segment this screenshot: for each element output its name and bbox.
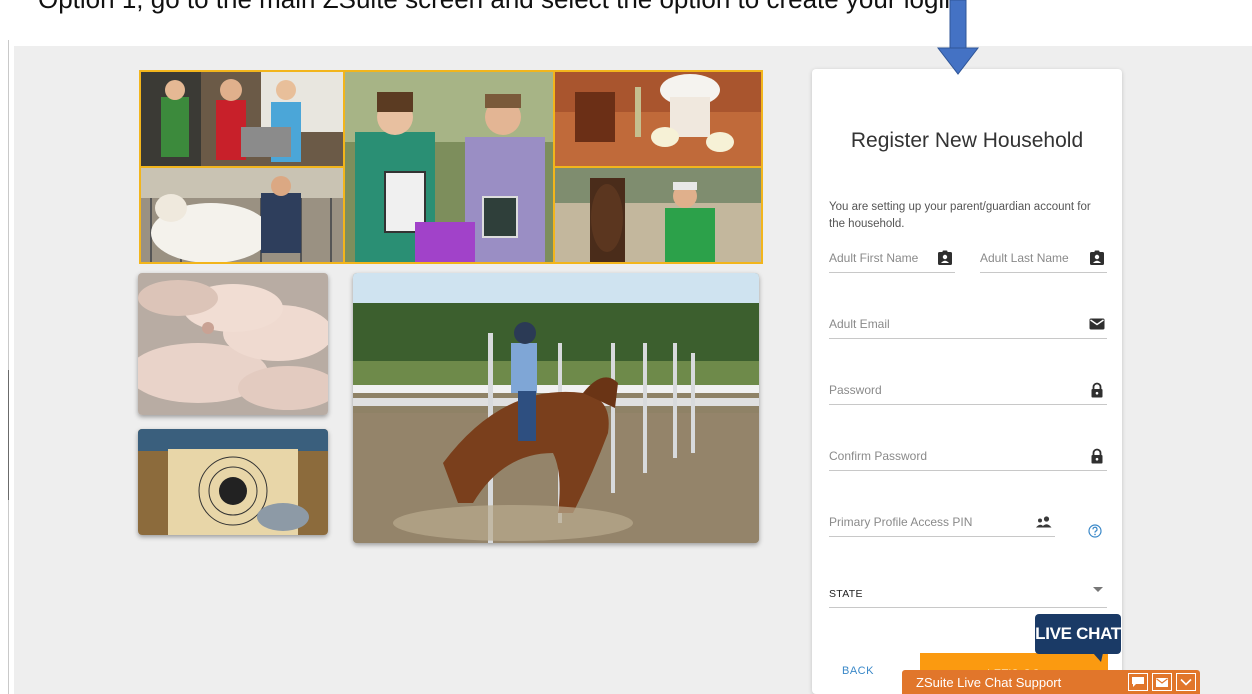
lock-icon	[1091, 382, 1103, 398]
document-margin-line	[8, 40, 9, 694]
last-name-placeholder: Adult Last Name	[980, 251, 1069, 265]
lock-icon	[1091, 448, 1103, 464]
live-chat-badge[interactable]: LIVE CHAT	[1035, 614, 1121, 662]
photo-pigs	[138, 273, 328, 415]
envelope-icon	[1156, 677, 1168, 687]
chat-message-button[interactable]	[1128, 673, 1148, 691]
help-circle-icon[interactable]	[1088, 524, 1102, 538]
register-household-card: Register New Household You are setting u…	[812, 69, 1122, 694]
pin-field[interactable]: Primary Profile Access PIN	[829, 508, 1055, 537]
state-label: STATE	[829, 588, 863, 600]
people-icon	[1036, 516, 1052, 528]
photo-award-winners	[345, 72, 553, 262]
form-description: You are setting up your parent/guardian …	[829, 201, 1091, 230]
photo-horse-and-boy	[555, 168, 761, 262]
annotation-arrow-down-icon	[937, 0, 979, 75]
photo-sheep-show	[141, 168, 343, 262]
chat-email-button[interactable]	[1152, 673, 1172, 691]
confirm-password-placeholder: Confirm Password	[829, 449, 928, 463]
live-chat-title: ZSuite Live Chat Support	[916, 674, 1062, 690]
back-button[interactable]: BACK	[842, 665, 874, 677]
chat-bubble-icon	[1132, 677, 1144, 687]
browser-viewport: Register New Household You are setting u…	[14, 46, 1252, 694]
password-field[interactable]: Password	[829, 376, 1107, 405]
instruction-caption: Option 1, go to the main ZSuite screen a…	[38, 0, 1218, 24]
contact-card-icon	[938, 250, 952, 265]
photo-chef-cooking	[555, 72, 761, 166]
photo-collage	[139, 70, 763, 264]
pin-placeholder: Primary Profile Access PIN	[829, 515, 973, 529]
email-field[interactable]: Adult Email	[829, 310, 1107, 339]
confirm-password-field[interactable]: Confirm Password	[829, 442, 1107, 471]
live-chat-badge-text: LIVE CHAT	[1035, 624, 1121, 643]
photo-shooting-target	[138, 429, 328, 535]
photo-barrel-racing-horse	[353, 273, 759, 543]
envelope-icon	[1089, 318, 1105, 330]
chat-minimize-button[interactable]	[1176, 673, 1196, 691]
collage-column-right	[555, 72, 761, 262]
collage-column-left	[141, 72, 343, 262]
live-chat-bar[interactable]: ZSuite Live Chat Support	[902, 670, 1200, 694]
password-placeholder: Password	[829, 383, 882, 397]
chevron-down-icon	[1180, 678, 1192, 686]
email-placeholder: Adult Email	[829, 317, 890, 331]
caret-down-icon	[1093, 587, 1103, 592]
form-title: Register New Household	[850, 129, 1084, 152]
first-name-placeholder: Adult First Name	[829, 251, 919, 265]
contact-card-icon	[1090, 250, 1104, 265]
state-select[interactable]: STATE	[829, 579, 1107, 608]
photo-kids-project	[141, 72, 343, 166]
last-name-field[interactable]: Adult Last Name	[980, 244, 1107, 273]
first-name-field[interactable]: Adult First Name	[829, 244, 955, 273]
